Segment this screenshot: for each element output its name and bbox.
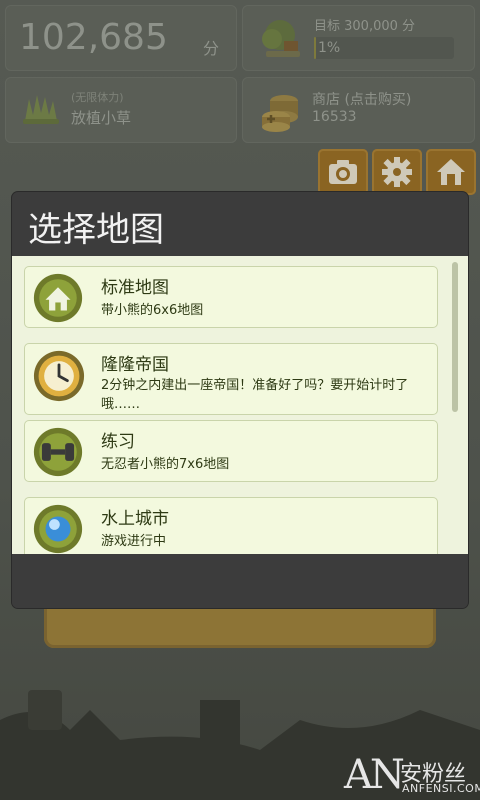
score-unit: 分 xyxy=(202,39,219,58)
watermark-brand: AN xyxy=(344,752,405,798)
home-button[interactable] xyxy=(426,149,476,195)
plant-label: 放植小草 xyxy=(71,109,132,127)
settings-button[interactable] xyxy=(372,149,422,195)
map-item-title: 隆隆帝国 xyxy=(101,355,169,375)
map-item-desc: 带小熊的6x6地图 xyxy=(101,303,204,318)
grass-icon xyxy=(23,95,59,124)
map-item-title: 练习 xyxy=(101,432,135,452)
list-scrollbar[interactable] xyxy=(452,262,458,412)
goal-percent: 1% xyxy=(318,40,341,56)
shop-title: 商店 (点击购买) xyxy=(312,92,412,108)
shop-coins: 16533 xyxy=(312,109,357,125)
home-icon xyxy=(437,159,465,185)
house-icon xyxy=(33,273,83,323)
map-list[interactable]: 标准地图 带小熊的6x6地图 隆隆帝国 2分钟之内建出一座帝国！准备好了吗？要开… xyxy=(12,256,468,554)
dialog-title: 选择地图 xyxy=(28,210,164,250)
water-orb-icon xyxy=(33,504,83,554)
coins-icon xyxy=(262,95,298,132)
map-item-standard[interactable]: 标准地图 带小熊的6x6地图 xyxy=(24,266,438,328)
map-item-desc: 2分钟之内建出一座帝国！准备好了吗？要开始计时了哦…… xyxy=(101,378,409,412)
map-item-desc: 无忍者小熊的7x6地图 xyxy=(101,457,230,472)
watermark-url: ANFENSI.COM xyxy=(402,782,480,795)
dumbbell-icon xyxy=(33,427,83,477)
gear-icon xyxy=(382,157,412,187)
dialog-footer xyxy=(12,554,468,608)
goal-progress-fill xyxy=(314,37,316,59)
goal-progress-bar: 1% xyxy=(314,37,454,59)
camera-icon xyxy=(329,160,357,184)
shop-button[interactable]: 商店 (点击购买) 16533 xyxy=(242,77,475,143)
camera-button[interactable] xyxy=(318,149,368,195)
map-item-empire[interactable]: 隆隆帝国 2分钟之内建出一座帝国！准备好了吗？要开始计时了哦…… xyxy=(24,343,438,415)
plant-grass-button[interactable]: (无限体力) 放植小草 xyxy=(5,77,237,143)
goal-panel: 目标 300,000 分 1% xyxy=(242,5,475,71)
anfensi-watermark: AN 安粉丝 ANFENSI.COM xyxy=(344,752,480,800)
map-item-title: 水上城市 xyxy=(101,509,169,529)
clock-icon xyxy=(33,350,85,402)
goal-label: 目标 300,000 分 xyxy=(314,19,416,34)
map-item-desc: 游戏进行中 xyxy=(101,534,167,549)
map-item-title: 标准地图 xyxy=(101,278,169,298)
score-panel: 102,685 分 xyxy=(5,5,237,71)
tree-icon xyxy=(262,20,300,57)
plant-sub-label: (无限体力) xyxy=(71,91,124,104)
select-map-dialog: 选择地图 标准地图 带小熊的6x6地图 隆隆帝国 2分钟之内建出一座帝国！准备好… xyxy=(12,192,468,608)
score-value: 102,685 xyxy=(19,17,168,58)
map-item-water-city[interactable]: 水上城市 游戏进行中 xyxy=(24,497,438,554)
map-item-practice[interactable]: 练习 无忍者小熊的7x6地图 xyxy=(24,420,438,482)
